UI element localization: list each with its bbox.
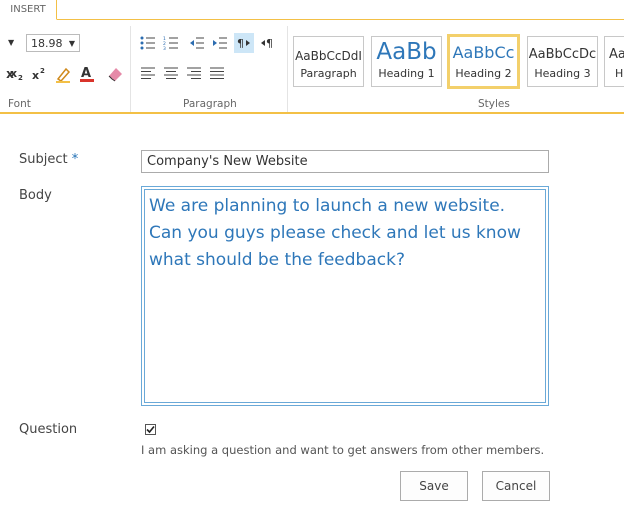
ribbon: ▼ 18.98 ▼ x x2 x2 A Font 123 ¶ ¶ Paragra… [0, 20, 624, 114]
body-label: Body [19, 188, 52, 203]
svg-text:x: x [32, 69, 39, 81]
paragraph-group-label: Paragraph [183, 98, 237, 110]
checkmark-icon [146, 425, 155, 434]
left-to-right-button[interactable]: ¶ [234, 33, 254, 53]
question-checkbox[interactable] [145, 424, 156, 435]
bulleted-list-icon [140, 36, 155, 50]
required-marker: * [71, 152, 79, 167]
svg-text:2: 2 [18, 74, 23, 81]
subscript-icon: x2 [10, 67, 23, 81]
style-name: Heading 3 [534, 67, 591, 80]
tab-insert[interactable]: INSERT [0, 0, 57, 20]
justify-button[interactable] [207, 63, 227, 83]
style-sample: AaBb [376, 39, 437, 65]
eraser-icon [108, 68, 122, 82]
question-hint: I am asking a question and want to get a… [141, 443, 545, 457]
subject-input[interactable]: Company's New Website [141, 150, 549, 173]
style-sample: Aa [609, 47, 624, 62]
save-button[interactable]: Save [400, 471, 468, 501]
align-center-icon [164, 67, 178, 79]
align-right-icon [187, 67, 201, 79]
font-group-label: Font [8, 98, 31, 110]
style-name: Paragraph [300, 67, 357, 80]
style-sample: AaBbCc [452, 43, 515, 62]
highlight-pen-icon [56, 67, 71, 83]
svg-text:2: 2 [40, 67, 45, 75]
font-family-dropdown-chevron[interactable]: ▼ [8, 34, 14, 52]
chevron-down-icon: ▼ [68, 39, 75, 48]
font-color-icon: A [80, 66, 94, 82]
align-left-button[interactable] [138, 63, 158, 83]
align-left-icon [141, 67, 155, 79]
svg-text:3: 3 [163, 46, 166, 50]
highlight-color-button[interactable] [53, 64, 73, 84]
body-text[interactable]: We are planning to launch a new website.… [144, 189, 546, 403]
numbered-list-icon: 123 [163, 36, 178, 50]
ltr-paragraph-icon: ¶ [237, 37, 250, 50]
style-paragraph[interactable]: AaBbCcDdI Paragraph [293, 36, 364, 87]
body-editor[interactable]: We are planning to launch a new website.… [141, 186, 549, 406]
superscript-button[interactable]: x2 [29, 64, 49, 84]
clear-format-button[interactable] [105, 64, 125, 84]
superscript-icon: x2 [32, 67, 45, 81]
style-heading-4[interactable]: Aa H [604, 36, 624, 87]
rtl-paragraph-icon: ¶ [261, 37, 273, 50]
decrease-indent-icon [190, 37, 204, 49]
svg-text:¶: ¶ [266, 37, 273, 50]
align-justify-icon [210, 67, 224, 79]
style-heading-2[interactable]: AaBbCc Heading 2 [447, 34, 520, 89]
question-label: Question [19, 422, 78, 437]
subject-label: Subject * [19, 152, 78, 167]
svg-text:x: x [10, 67, 17, 80]
font-color-button[interactable]: A [77, 64, 97, 84]
subject-label-text: Subject [19, 152, 68, 167]
right-to-left-button[interactable]: ¶ [258, 33, 278, 53]
style-name: Heading 1 [378, 67, 435, 80]
svg-text:A: A [81, 66, 91, 81]
decrease-indent-button[interactable] [187, 33, 207, 53]
style-heading-3[interactable]: AaBbCcDc Heading 3 [527, 36, 598, 87]
ribbon-divider [130, 26, 131, 112]
svg-text:¶: ¶ [237, 37, 244, 50]
style-name: H [615, 67, 624, 80]
ribbon-divider [287, 26, 288, 112]
increase-indent-icon [213, 37, 227, 49]
align-right-button[interactable] [184, 63, 204, 83]
style-sample: AaBbCcDdI [295, 49, 362, 63]
bulleted-list-button[interactable] [138, 33, 158, 53]
style-name: Heading 2 [455, 67, 512, 80]
increase-indent-button[interactable] [210, 33, 230, 53]
style-sample: AaBbCcDc [528, 47, 597, 62]
font-size-value: 18.98 [31, 37, 63, 50]
font-size-dropdown[interactable]: 18.98 ▼ [26, 34, 80, 52]
cancel-button[interactable]: Cancel [482, 471, 550, 501]
subscript-button[interactable]: x2 [7, 64, 27, 84]
numbered-list-button[interactable]: 123 [161, 33, 181, 53]
style-heading-1[interactable]: AaBb Heading 1 [371, 36, 442, 87]
ribbon-tab-bar: INSERT [0, 0, 624, 20]
styles-group-label: Styles [478, 98, 510, 110]
align-center-button[interactable] [161, 63, 181, 83]
